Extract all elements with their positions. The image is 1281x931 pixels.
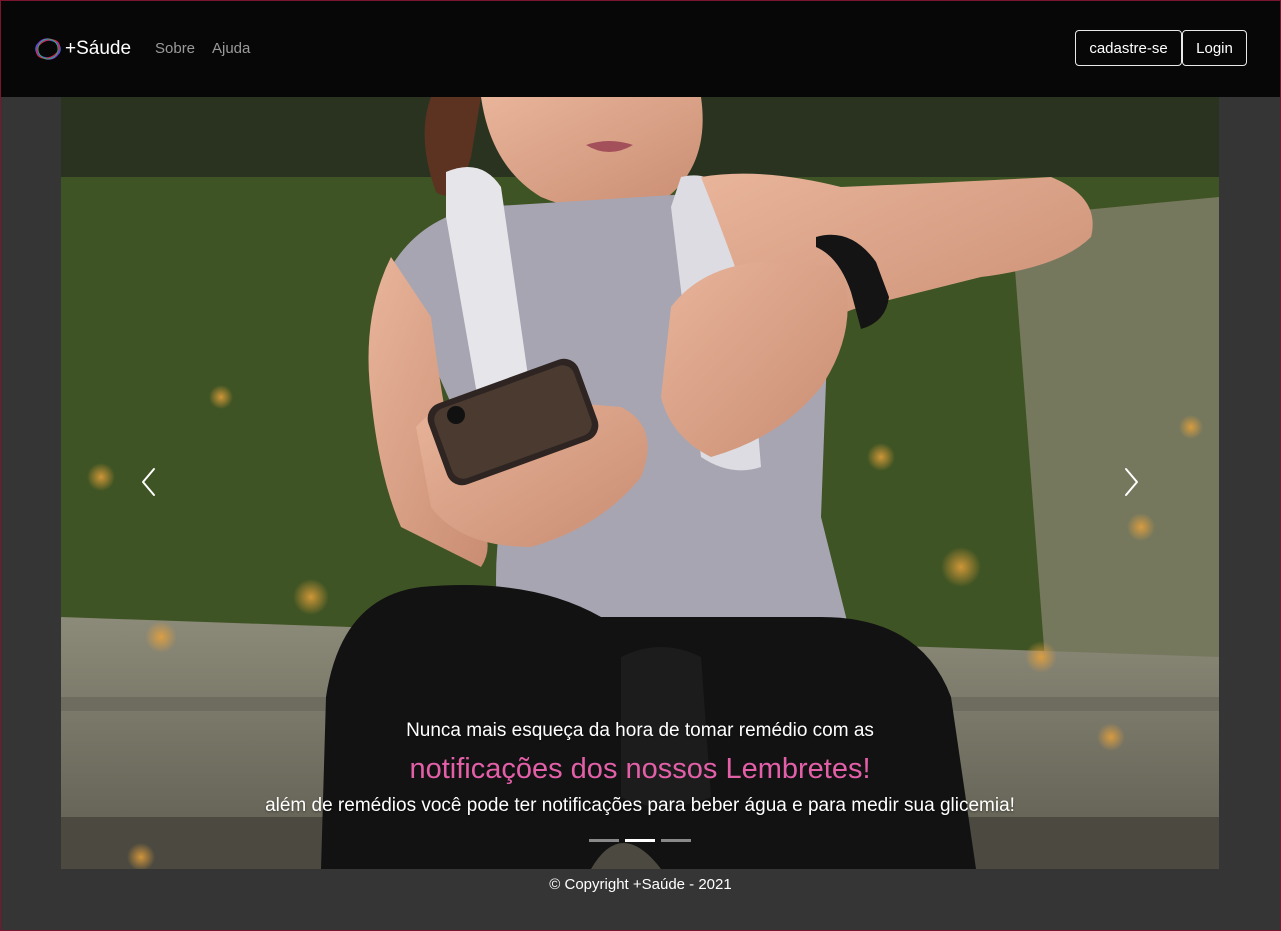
carousel-prev-button[interactable] (129, 457, 169, 507)
caption-headline: notificações dos nossos Lembretes! (409, 753, 871, 785)
navbar: +Sáude Sobre Ajuda cadastre-se Login (0, 0, 1281, 97)
carousel-indicator-2[interactable] (625, 839, 655, 842)
caption-line-1: Nunca mais esqueça da hora de tomar remé… (406, 720, 874, 741)
login-button[interactable]: Login (1182, 30, 1247, 66)
carousel-indicator-3[interactable] (661, 839, 691, 842)
carousel-caption: Nunca mais esqueça da hora de tomar remé… (61, 717, 1219, 819)
circle-logo-icon (35, 38, 61, 60)
carousel-indicator-1[interactable] (589, 839, 619, 842)
chevron-left-icon (142, 468, 155, 496)
caption-line-3: além de remédios você pode ter notificaç… (265, 795, 1015, 816)
carousel-indicators (589, 839, 697, 842)
carousel-next-button[interactable] (1111, 457, 1151, 507)
nav-link-sobre[interactable]: Sobre (155, 40, 195, 57)
brand-name: +Sáude (65, 38, 132, 59)
hero-carousel: Nunca mais esqueça da hora de tomar remé… (61, 97, 1219, 869)
brand-link[interactable]: +Sáude (33, 36, 131, 62)
signup-button[interactable]: cadastre-se (1075, 30, 1182, 66)
footer-copyright: © Copyright +Saúde - 2021 (549, 876, 732, 893)
nav-link-ajuda[interactable]: Ajuda (212, 40, 250, 57)
chevron-right-icon (1125, 468, 1138, 496)
